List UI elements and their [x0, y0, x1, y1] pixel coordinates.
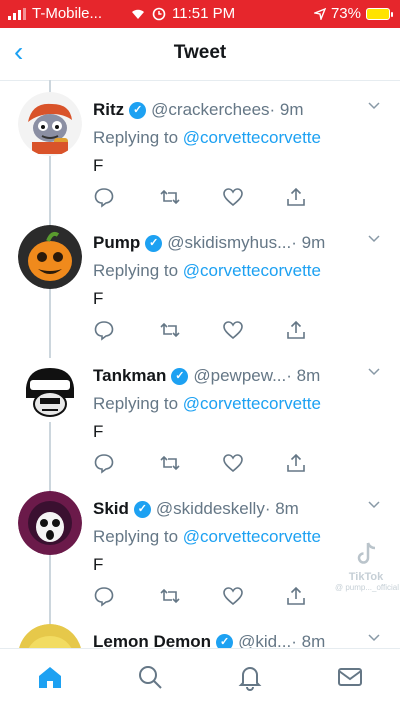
retweet-icon[interactable]: [159, 319, 181, 341]
reply-icon[interactable]: [93, 452, 115, 474]
tweet-actions: [93, 186, 313, 208]
signal-icon: [8, 7, 26, 20]
avatar[interactable]: [18, 358, 82, 422]
avatar[interactable]: [18, 491, 82, 555]
like-icon[interactable]: [222, 319, 244, 341]
reply-label: Replying to: [93, 527, 183, 546]
chevron-down-icon[interactable]: [368, 368, 380, 376]
timestamp: · 8m: [291, 632, 326, 648]
share-icon[interactable]: [285, 186, 307, 208]
timestamp: · 9m: [291, 233, 326, 252]
handle[interactable]: @kid...: [238, 632, 291, 648]
search-icon[interactable]: [136, 663, 164, 691]
location-icon: [313, 7, 326, 20]
display-name[interactable]: Skid: [93, 499, 129, 519]
verified-badge-icon: ✓: [171, 367, 189, 385]
tweet-text: F: [93, 156, 104, 175]
share-icon[interactable]: [285, 585, 307, 607]
verified-badge-icon: ✓: [145, 234, 163, 252]
tab-bar: [0, 648, 400, 712]
wifi-icon: [132, 9, 144, 19]
page-title: Tweet: [173, 42, 227, 63]
verified-badge-icon: ✓: [216, 633, 234, 648]
display-name[interactable]: Pump: [93, 233, 140, 253]
tweet-item[interactable]: Ritz ✓ @crackerchees · 9m Replying to @c…: [0, 86, 400, 218]
timestamp: · 9m: [269, 100, 304, 119]
nav-header: ‹ Tweet: [0, 28, 400, 81]
timestamp: · 8m: [264, 499, 299, 518]
watermark-user: @ pump..._official: [335, 583, 400, 592]
carrier-label: T-Mobile...: [32, 5, 103, 22]
reply-mention-link[interactable]: @corvettecorvette: [183, 394, 321, 413]
tweet-item[interactable]: Lemon Demon ✓ @kid... · 8m: [0, 618, 400, 648]
tweet-actions: [93, 585, 313, 607]
retweet-icon[interactable]: [159, 585, 181, 607]
like-icon[interactable]: [222, 452, 244, 474]
avatar[interactable]: [18, 225, 82, 289]
share-icon[interactable]: [285, 319, 307, 341]
reply-label: Replying to: [93, 128, 183, 147]
clock: 11:51 PM: [172, 5, 236, 22]
chevron-down-icon[interactable]: [368, 501, 380, 509]
display-name[interactable]: Lemon Demon: [93, 632, 211, 648]
verified-badge-icon: ✓: [129, 101, 147, 119]
share-icon[interactable]: [285, 452, 307, 474]
tweet-item[interactable]: Tankman ✓ @pewpew... · 8m Replying to @c…: [0, 352, 400, 484]
chevron-down-icon[interactable]: [368, 102, 380, 110]
reply-icon[interactable]: [93, 319, 115, 341]
display-name[interactable]: Tankman: [93, 366, 166, 386]
status-bar: T-Mobile... 11:51 PM 73%: [0, 0, 400, 28]
tweet-actions: [93, 319, 313, 341]
tweet-text: F: [93, 289, 104, 308]
battery-icon: [366, 7, 393, 20]
like-icon[interactable]: [222, 186, 244, 208]
verified-badge-icon: ✓: [133, 500, 151, 518]
watermark-brand: TikTok: [348, 571, 384, 583]
reply-icon[interactable]: [93, 186, 115, 208]
alarm-icon: [152, 7, 166, 20]
handle[interactable]: @crackerchees: [151, 100, 269, 120]
handle[interactable]: @pewpew...: [193, 366, 286, 386]
tweet-text: F: [93, 555, 104, 574]
tweet-actions: [93, 452, 313, 474]
display-name[interactable]: Ritz: [93, 100, 124, 120]
tiktok-logo-icon: [357, 542, 376, 564]
avatar[interactable]: [18, 92, 82, 156]
messages-icon[interactable]: [336, 663, 364, 691]
tweet-text: F: [93, 422, 104, 441]
notifications-icon[interactable]: [236, 663, 264, 691]
chevron-down-icon[interactable]: [368, 634, 380, 642]
handle[interactable]: @skidismyhus...: [167, 233, 291, 253]
avatar[interactable]: [18, 624, 82, 648]
reply-icon[interactable]: [93, 585, 115, 607]
home-icon[interactable]: [36, 663, 64, 691]
retweet-icon[interactable]: [159, 186, 181, 208]
tiktok-watermark: TikTok @ pump..._official: [335, 540, 400, 602]
like-icon[interactable]: [222, 585, 244, 607]
chevron-down-icon[interactable]: [368, 235, 380, 243]
retweet-icon[interactable]: [159, 452, 181, 474]
reply-mention-link[interactable]: @corvettecorvette: [183, 261, 321, 280]
reply-label: Replying to: [93, 261, 183, 280]
battery-percent: 73%: [330, 5, 361, 22]
reply-mention-link[interactable]: @corvettecorvette: [183, 527, 321, 546]
handle[interactable]: @skiddeskelly: [156, 499, 265, 519]
timestamp: · 8m: [286, 366, 321, 385]
reply-label: Replying to: [93, 394, 183, 413]
tweet-item[interactable]: Pump ✓ @skidismyhus... · 9m Replying to …: [0, 219, 400, 351]
reply-mention-link[interactable]: @corvettecorvette: [183, 128, 321, 147]
